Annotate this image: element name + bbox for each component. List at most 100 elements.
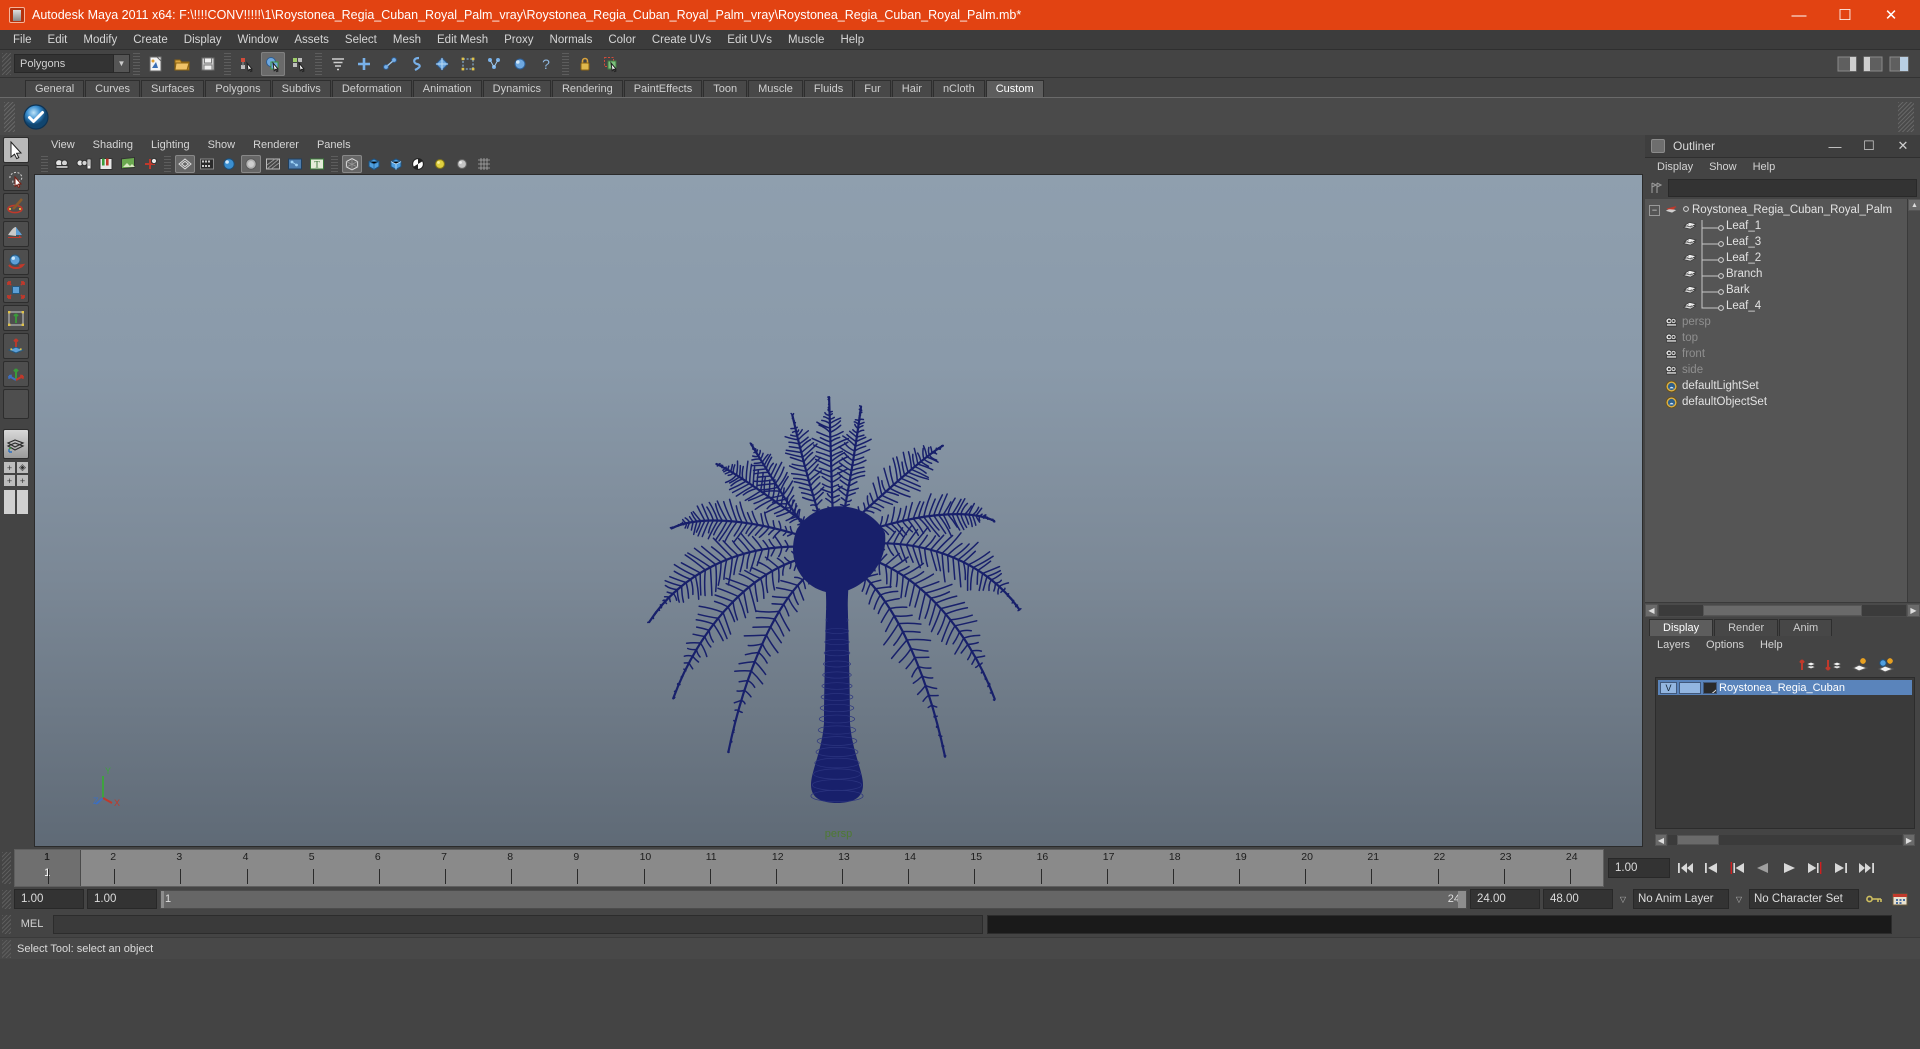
time-slider-track[interactable]: 1 1 123456789101112131415161718192021222… [14,849,1604,887]
layer-menu-layers[interactable]: Layers [1649,636,1698,655]
shelf-tab-polygons[interactable]: Polygons [205,80,271,97]
layer-horizontal-scrollbar[interactable]: ◀ ▶ [1655,833,1915,847]
character-set-dropdown-arrow[interactable]: ▽ [1732,889,1746,909]
shelf-tab-curves[interactable]: Curves [85,80,140,97]
shelf-tab-muscle[interactable]: Muscle [748,80,803,97]
outliner-item-bark[interactable]: Bark [1645,282,1920,300]
range-handle-right[interactable] [1458,890,1466,908]
menu-assets[interactable]: Assets [286,30,337,50]
wireframe-shading-icon[interactable] [175,155,195,173]
layer-tab-display[interactable]: Display [1649,619,1714,636]
show-hide-attribute-editor-icon[interactable] [1835,52,1859,76]
shadows-icon[interactable] [263,155,283,173]
move-tool[interactable] [3,221,29,247]
lock-icon[interactable] [573,52,597,76]
use-all-lights-icon[interactable] [241,155,261,173]
outliner-menu-show[interactable]: Show [1701,158,1745,177]
snap-to-plane-icon[interactable] [404,52,428,76]
menu-normals[interactable]: Normals [542,30,601,50]
isolate-select-icon[interactable] [342,155,362,173]
menu-display[interactable]: Display [176,30,230,50]
shelf-tab-surfaces[interactable]: Surfaces [140,80,205,97]
shelf-item-custom-icon[interactable] [21,102,51,132]
show-hide-tool-settings-icon[interactable] [1861,52,1885,76]
shelf-tab-rendering[interactable]: Rendering [551,80,623,97]
smooth-shade-all-icon[interactable] [197,155,217,173]
perspective-viewport[interactable]: Y X Z persp [34,174,1643,847]
anim-start-field[interactable]: 1.00 [14,889,84,909]
universal-manipulator-tool[interactable] [3,305,29,331]
light-yellow-icon[interactable] [430,155,450,173]
go-to-start-button[interactable] [1673,857,1696,879]
grid-toggle-icon[interactable] [474,155,494,173]
smooth-preview-cage-icon[interactable] [386,155,406,173]
outliner-item-leaf-4[interactable]: Leaf_4 [1645,298,1920,314]
open-scene-icon[interactable] [170,52,194,76]
construction-history-icon[interactable] [482,52,506,76]
outliner-maximize-button[interactable]: ☐ [1852,135,1886,158]
outliner-item-front[interactable]: front [1645,346,1920,362]
outliner-menu-help[interactable]: Help [1745,158,1784,177]
outliner-item-branch[interactable]: Branch [1645,266,1920,284]
menu-help[interactable]: Help [832,30,872,50]
outliner-scroll-up[interactable]: ▲ [1908,199,1920,211]
layer-menu-options[interactable]: Options [1698,636,1752,655]
render-sequence-icon[interactable] [408,155,428,173]
camera-attributes-icon[interactable] [74,155,94,173]
shelf-tab-fluids[interactable]: Fluids [803,80,854,97]
command-input[interactable] [53,914,983,934]
snap-to-grid-icon[interactable] [326,52,350,76]
shelf-options-grip[interactable] [1898,101,1914,132]
range-handle-left[interactable] [161,890,164,908]
menu-file[interactable]: File [5,30,40,50]
menu-edit-uvs[interactable]: Edit UVs [719,30,780,50]
outliner-vertical-scrollbar[interactable]: ▲ [1907,199,1920,602]
outliner-minimize-button[interactable]: — [1818,135,1852,158]
quick-layout-two-panes-side[interactable]: + [3,474,16,487]
menu-proxy[interactable]: Proxy [496,30,541,50]
hardware-texturing-icon[interactable] [219,155,239,173]
layer-menu-help[interactable]: Help [1752,636,1791,655]
outliner-item-leaf-2[interactable]: Leaf_2 [1645,250,1920,268]
character-set-select[interactable]: No Character Set [1749,889,1859,909]
create-empty-layer-icon[interactable] [1850,656,1870,677]
layer-tab-render[interactable]: Render [1714,619,1779,636]
select-by-object-type-icon[interactable] [261,51,285,76]
command-line-grip[interactable] [2,914,11,934]
menu-modify[interactable]: Modify [75,30,125,50]
layer-scroll-right[interactable]: ▶ [1903,834,1915,846]
menu-color[interactable]: Color [600,30,643,50]
shelf-tab-custom[interactable]: Custom [985,80,1044,97]
select-by-component-type-icon[interactable] [287,52,311,76]
scale-tool[interactable] [3,277,29,303]
menu-muscle[interactable]: Muscle [780,30,832,50]
outliner-close-button[interactable]: ✕ [1886,135,1920,158]
quick-layout-grid[interactable]: + ◈ + + [3,461,29,487]
shelf-tab-animation[interactable]: Animation [412,80,482,97]
quick-layout-two-panes-stacked[interactable]: + [16,474,29,487]
outliner-scroll-left[interactable]: ◀ [1645,603,1658,617]
shelf-tab-general[interactable]: General [25,80,85,97]
step-back-key-button[interactable] [1725,857,1748,879]
layer-list[interactable]: V Roystonea_Regia_Cuban [1655,677,1915,829]
outliner-expander[interactable]: − [1649,204,1660,216]
outliner-horizontal-scrollbar[interactable]: ◀ ▶ [1645,602,1920,617]
rotate-tool[interactable] [3,249,29,275]
quick-layout-persp-pane[interactable] [16,489,29,515]
viewport-toolbar-grip[interactable] [41,156,48,172]
animation-preferences-icon[interactable] [1888,888,1911,910]
outliner-item-leaf-3[interactable]: Leaf_3 [1645,234,1920,252]
outliner-tree[interactable]: − Roystonea_Regia_Cuban_Royal_Palm Leaf_1 L… [1645,199,1920,602]
range-bar[interactable]: 1 24 [160,889,1467,909]
shelf-tab-fur[interactable]: Fur [854,80,891,97]
snap-to-curve-icon[interactable] [378,52,402,76]
menu-create-uvs[interactable]: Create UVs [644,30,719,50]
menu-mesh[interactable]: Mesh [385,30,429,50]
shelf-tab-painteffects[interactable]: PaintEffects [623,80,703,97]
play-backwards-button[interactable] [1751,857,1774,879]
step-back-frame-button[interactable] [1699,857,1722,879]
show-manipulator-tool[interactable] [3,361,29,387]
lock-camera-icon[interactable] [140,155,160,173]
shelf-grip[interactable] [4,101,15,132]
shelf-tab-hair[interactable]: Hair [891,80,932,97]
